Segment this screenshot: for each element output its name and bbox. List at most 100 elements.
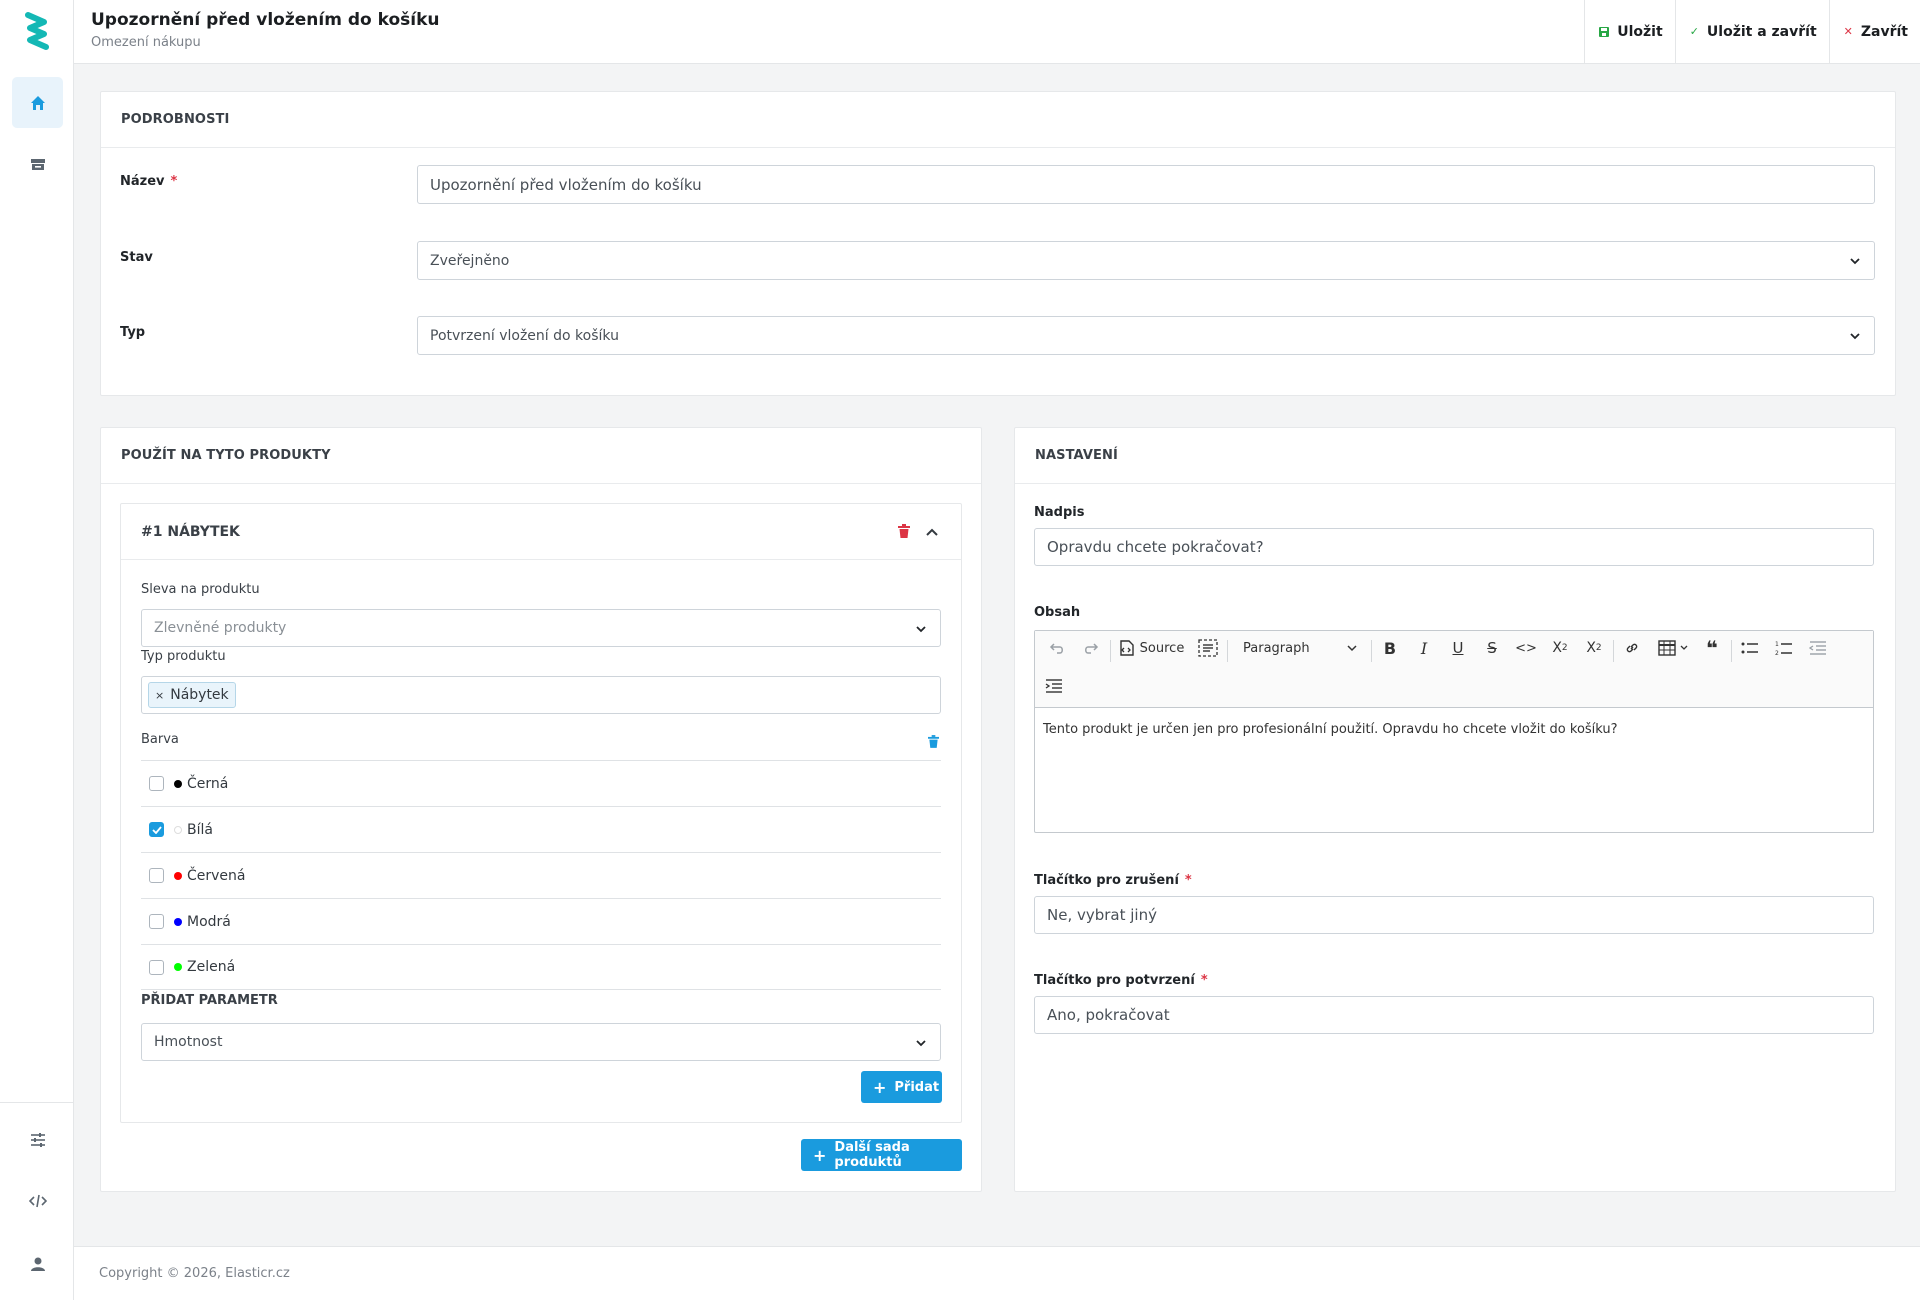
color-option-row[interactable]: Černá: [141, 760, 941, 806]
type-label: Typ: [120, 325, 146, 340]
bulleted-list-icon[interactable]: [1737, 635, 1763, 661]
strikethrough-icon[interactable]: S: [1479, 635, 1505, 661]
status-select[interactable]: Zveřejněno: [417, 241, 1875, 280]
table-icon[interactable]: [1653, 635, 1693, 661]
paragraph-label: Paragraph: [1243, 640, 1310, 656]
show-blocks-icon[interactable]: [1195, 635, 1221, 661]
home-icon: [30, 95, 45, 110]
color-option-row[interactable]: Červená: [141, 852, 941, 898]
toolbar-separator: [1110, 640, 1111, 662]
check-icon: ✓: [1689, 25, 1699, 38]
link-icon[interactable]: [1619, 635, 1645, 661]
color-option-label: Černá: [187, 775, 229, 792]
source-button[interactable]: Source: [1115, 635, 1187, 661]
copyright-text: Copyright © 2026, Elasticr.cz: [99, 1266, 290, 1281]
code-icon[interactable]: <>: [1513, 635, 1539, 661]
color-option-row[interactable]: Modrá: [141, 898, 941, 944]
next-product-set-button[interactable]: + Další sada produktů: [801, 1139, 962, 1171]
top-bar: Upozornění před vložením do košíku Omeze…: [74, 0, 1920, 64]
close-label: Zavřít: [1860, 23, 1908, 40]
blockquote-icon[interactable]: ❝: [1699, 635, 1725, 661]
color-checkbox[interactable]: [149, 959, 164, 975]
sidebar-item-user[interactable]: [12, 1238, 63, 1289]
close-button[interactable]: ✕ Zavřít: [1828, 0, 1920, 63]
save-label: Uložit: [1617, 23, 1663, 40]
svg-text:2: 2: [1775, 650, 1779, 656]
sidebar: [0, 0, 74, 1300]
sidebar-item-settings[interactable]: [12, 1114, 63, 1165]
outdent-icon[interactable]: [1805, 635, 1831, 661]
page-title: Upozornění před vložením do košíku: [91, 10, 440, 30]
user-icon: [30, 1257, 45, 1271]
close-icon: ✕: [1843, 25, 1853, 38]
product-type-tag-label: Nábytek: [170, 687, 229, 703]
superscript-icon[interactable]: X2: [1581, 635, 1607, 661]
underline-icon[interactable]: U: [1445, 635, 1471, 661]
type-select[interactable]: Potvrzení vložení do košíku: [417, 316, 1875, 355]
remove-tag-icon[interactable]: ×: [155, 689, 164, 702]
color-checkbox[interactable]: [149, 822, 164, 837]
details-heading: PODROBNOSTI: [101, 92, 1895, 148]
discount-label: Sleva na produktu: [141, 582, 260, 597]
plus-icon: +: [813, 1145, 827, 1165]
editor-toolbar: Source Paragraph B I U S <> X2 X2 ❝ 1 2: [1035, 631, 1873, 708]
required-mark: *: [1200, 973, 1208, 988]
chevron-down-icon: [1347, 645, 1357, 652]
add-param-select[interactable]: Hmotnost: [141, 1023, 941, 1061]
trash-icon[interactable]: [928, 735, 939, 748]
chevron-down-icon: [916, 626, 926, 633]
paragraph-select[interactable]: Paragraph: [1235, 635, 1365, 661]
cancel-button-label: Tlačítko pro zrušení *: [1034, 873, 1192, 888]
sidebar-item-home[interactable]: [12, 77, 63, 128]
confirm-button-label-text: Tlačítko pro potvrzení: [1034, 973, 1195, 988]
sidebar-item-store[interactable]: [12, 138, 63, 189]
color-option-label: Modrá: [187, 913, 231, 930]
color-checkbox[interactable]: [149, 776, 164, 791]
sidebar-item-code[interactable]: [12, 1175, 63, 1226]
logo-icon[interactable]: [22, 12, 52, 50]
color-option-row[interactable]: Zelená: [141, 944, 941, 990]
color-checkbox[interactable]: [149, 914, 164, 929]
color-checkbox[interactable]: [149, 868, 164, 883]
cancel-button-text-input[interactable]: Ne, vybrat jiný: [1034, 896, 1874, 934]
check-icon: [151, 825, 162, 834]
trash-icon[interactable]: [898, 524, 910, 538]
editor-content[interactable]: Tento produkt je určen jen pro profesion…: [1035, 708, 1873, 751]
color-dot: [174, 779, 182, 788]
color-option-row[interactable]: Bílá: [141, 806, 941, 852]
required-mark: *: [1184, 873, 1192, 888]
name-label-text: Název: [120, 174, 165, 189]
save-button[interactable]: Uložit: [1584, 0, 1674, 63]
page-subtitle: Omezení nákupu: [91, 35, 201, 50]
product-set-header[interactable]: #1 NÁBYTEK: [121, 504, 961, 560]
store-icon: [30, 158, 45, 170]
add-param-label: PŘIDAT PARAMETR: [141, 993, 278, 1008]
confirm-button-text-input[interactable]: Ano, pokračovat: [1034, 996, 1874, 1034]
subscript-icon[interactable]: X2: [1547, 635, 1573, 661]
save-close-button[interactable]: ✓ Uložit a zavřít: [1674, 0, 1829, 63]
indent-icon[interactable]: [1041, 673, 1067, 699]
toolbar-separator: [1613, 640, 1614, 662]
content-label: Obsah: [1034, 605, 1081, 620]
discount-select[interactable]: Zlevněné produkty: [141, 609, 941, 647]
chevron-up-icon[interactable]: [925, 526, 939, 538]
color-dot: [174, 917, 182, 926]
sidebar-divider: [0, 1102, 74, 1103]
add-param-button-label: Přidat: [894, 1079, 940, 1095]
name-input[interactable]: Upozornění před vložením do košíku: [417, 165, 1875, 204]
add-param-button[interactable]: + Přidat: [861, 1071, 942, 1103]
color-dot: [174, 871, 182, 880]
required-mark: *: [170, 174, 178, 189]
footer: Copyright © 2026, Elasticr.cz: [74, 1246, 1920, 1300]
color-option-label: Červená: [187, 867, 246, 884]
undo-icon[interactable]: [1043, 635, 1071, 661]
bold-icon[interactable]: B: [1377, 635, 1403, 661]
svg-text:1: 1: [1775, 641, 1779, 648]
confirm-button-label: Tlačítko pro potvrzení *: [1034, 973, 1208, 988]
redo-icon[interactable]: [1077, 635, 1105, 661]
product-type-input[interactable]: × Nábytek: [141, 676, 941, 714]
title-input[interactable]: Opravdu chcete pokračovat?: [1034, 528, 1874, 566]
italic-icon[interactable]: I: [1411, 635, 1437, 661]
numbered-list-icon[interactable]: 12: [1771, 635, 1797, 661]
products-heading: POUŽÍT NA TYTO PRODUKTY: [101, 428, 981, 484]
